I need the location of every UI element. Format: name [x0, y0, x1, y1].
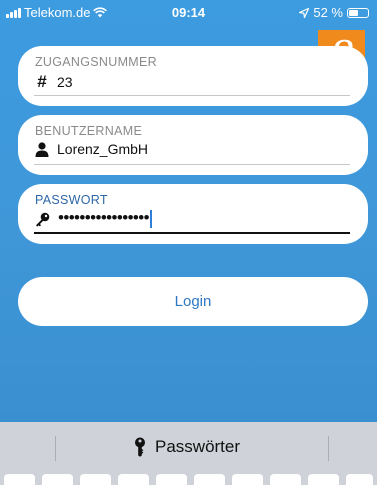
username-value[interactable]: Lorenz_GmbH: [57, 141, 148, 157]
keyboard-key[interactable]: [270, 474, 301, 485]
keyboard-key[interactable]: [4, 474, 35, 485]
access-number-field[interactable]: ZUGANGSNUMMER # 23: [18, 46, 368, 106]
login-button[interactable]: Login: [18, 277, 368, 326]
keyboard-key[interactable]: [194, 474, 225, 485]
key-icon: [36, 212, 50, 227]
username-field[interactable]: BENUTZERNAME Lorenz_GmbH: [18, 115, 368, 175]
keyboard-key[interactable]: [80, 474, 111, 485]
text-cursor: [149, 210, 152, 228]
keyboard-key[interactable]: [42, 474, 73, 485]
person-icon: [35, 141, 49, 157]
access-number-underline: [34, 95, 350, 96]
password-label: PASSWORT: [35, 193, 108, 207]
keyboard-suggestion-bar: Passwörter: [0, 422, 377, 474]
keyboard-key[interactable]: [232, 474, 263, 485]
app-screen: Telekom.de 09:14 52 % 8 ZUGANGSNUMMER # …: [0, 0, 377, 422]
suggestion-divider: [328, 436, 329, 461]
username-label: BENUTZERNAME: [35, 124, 143, 138]
access-number-label: ZUGANGSNUMMER: [35, 55, 157, 69]
battery-percent: 52 %: [313, 5, 343, 20]
password-field[interactable]: PASSWORT •••••••••••••••••: [18, 184, 368, 244]
status-right: 52 %: [299, 5, 369, 20]
keyboard: Passwörter: [0, 422, 377, 485]
keyboard-key[interactable]: [346, 474, 373, 485]
keyboard-key-row: [0, 474, 377, 485]
status-bar: Telekom.de 09:14 52 %: [0, 0, 377, 24]
battery-icon: [347, 7, 369, 18]
battery-fill: [349, 9, 358, 16]
username-underline: [34, 164, 350, 165]
access-number-value[interactable]: 23: [57, 74, 73, 90]
hash-icon: #: [37, 72, 47, 91]
keyboard-key[interactable]: [118, 474, 149, 485]
password-underline: [34, 232, 350, 234]
keyboard-key[interactable]: [308, 474, 339, 485]
keyboard-key[interactable]: [156, 474, 187, 485]
passwords-label: Passwörter: [155, 437, 241, 456]
passwords-button[interactable]: Passwörter: [133, 437, 240, 457]
password-value[interactable]: •••••••••••••••••: [58, 208, 150, 227]
location-arrow-icon: [299, 7, 310, 18]
keyhole-key-icon: [135, 437, 145, 457]
suggestion-divider: [55, 436, 56, 461]
